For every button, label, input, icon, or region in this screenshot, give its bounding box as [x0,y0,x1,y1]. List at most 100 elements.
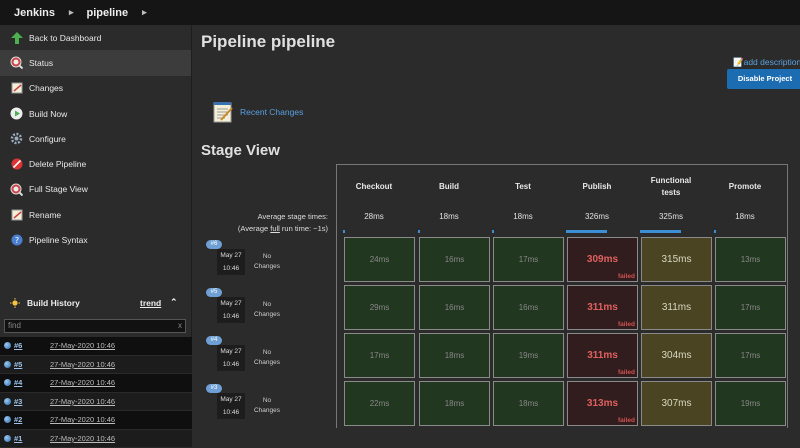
sidebar-item-configure[interactable]: Configure [0,126,191,151]
svg-text:?: ? [14,236,18,245]
stage-cell[interactable]: 311ms [641,285,712,330]
trend-link[interactable]: trend [140,298,161,308]
sidebar-item-label: Rename [29,210,61,220]
average-stage-times-label: Average stage times: (Average full run t… [223,211,328,235]
sidebar-item-full-stage-view[interactable]: Full Stage View [0,177,191,202]
stage-cell[interactable]: 304ms [641,333,712,378]
build-number-badge[interactable]: #6 [206,240,222,249]
build-date-box: May 2710:46 [217,249,245,275]
build-search-input[interactable]: find x [4,319,186,333]
page-title: Pipeline pipeline [201,32,335,52]
collapse-icon[interactable]: ⌃ [170,297,178,308]
stage-view-title: Stage View [201,142,280,159]
stage-cell[interactable]: 19ms [715,381,786,426]
build-status-icon [4,361,11,368]
stage-cell[interactable]: 19ms [493,333,564,378]
stage-cell[interactable]: 17ms [493,237,564,282]
stage-header: Promote [708,165,782,208]
stage-duration: 24ms [370,255,390,264]
disable-project-button[interactable]: Disable Project [727,69,800,89]
build-number-link[interactable]: #2 [14,415,44,424]
breadcrumb-separator[interactable]: ▸ [69,7,74,18]
stage-average-value: 18ms [513,212,533,221]
stage-header: Build [412,165,486,208]
stage-duration: 311ms [662,302,691,313]
sidebar-item-label: Status [29,58,53,68]
stage-cell[interactable]: 16ms [493,285,564,330]
stage-duration: 18ms [519,399,539,408]
stage-cell[interactable]: 29ms [344,285,415,330]
stage-duration: 17ms [519,255,539,264]
clear-search-icon[interactable]: x [178,320,182,332]
main-panel: Pipeline pipeline 📝add description Disab… [193,25,800,428]
stage-cell[interactable]: 307ms [641,381,712,426]
stage-cell[interactable]: 18ms [419,381,490,426]
build-date: May 27 [217,393,245,406]
gear-icon [10,132,23,145]
sidebar-item-rename[interactable]: Rename [0,202,191,227]
build-number-link[interactable]: #5 [14,360,44,369]
stage-cell[interactable]: 18ms [419,333,490,378]
sidebar-item-delete-pipeline[interactable]: Delete Pipeline [0,151,191,176]
stage-cell[interactable]: 16ms [419,237,490,282]
stage-cell[interactable]: 313msfailed [567,381,638,426]
stage-cell[interactable]: 17ms [715,285,786,330]
build-changes: No Changes [250,348,284,368]
notepad-icon [211,100,235,124]
sidebar-item-pipeline-syntax[interactable]: ?Pipeline Syntax [0,227,191,252]
build-date-link[interactable]: 27-May-2020 10:46 [50,415,115,424]
sidebar-item-status[interactable]: Status [0,50,191,75]
sidebar-item-label: Delete Pipeline [29,159,86,169]
stage-average-time: 18ms [486,210,560,235]
recent-changes-link[interactable]: Recent Changes [211,100,303,124]
sidebar-item-label: Changes [29,83,63,93]
stage-cell[interactable]: 17ms [715,333,786,378]
avg-full-link[interactable]: full [270,224,280,233]
build-search-placeholder: find [8,321,21,330]
avg-label-suffix: run time: ~1s) [280,224,328,233]
stage-duration: 16ms [445,255,465,264]
build-number-link[interactable]: #4 [14,378,44,387]
build-number-link[interactable]: #3 [14,397,44,406]
sidebar-item-build-now[interactable]: Build Now [0,101,191,126]
build-history-row: #3 27-May-2020 10:46 [0,393,192,412]
add-description-link[interactable]: 📝add description [733,57,800,68]
build-date-box: May 2710:46 [217,393,245,419]
stage-duration: 311ms [587,302,618,313]
stage-cell[interactable]: 18ms [493,381,564,426]
build-date-link[interactable]: 27-May-2020 10:46 [50,397,115,406]
stage-cell[interactable]: 17ms [344,333,415,378]
build-history-row: #5 27-May-2020 10:46 [0,356,192,375]
build-date-box: May 2710:46 [217,297,245,323]
breadcrumb-pipeline[interactable]: pipeline [87,7,129,19]
build-number-badge[interactable]: #5 [206,288,222,297]
build-number-badge[interactable]: #4 [206,336,222,345]
sidebar-item-changes[interactable]: Changes [0,76,191,101]
breadcrumb-separator[interactable]: ▸ [142,7,147,18]
stage-cell[interactable]: 13ms [715,237,786,282]
build-status-icon [4,435,11,442]
stage-cell[interactable]: 16ms [419,285,490,330]
up-arrow-icon [10,31,23,44]
stage-cell[interactable]: 22ms [344,381,415,426]
build-history-title[interactable]: Build History [27,298,80,308]
build-date-link[interactable]: 27-May-2020 10:46 [50,378,115,387]
build-number-badge[interactable]: #3 [206,384,222,393]
build-date-link[interactable]: 27-May-2020 10:46 [50,341,115,350]
build-status-icon [4,342,11,349]
stage-cell[interactable]: 311msfailed [567,333,638,378]
breadcrumb-jenkins[interactable]: Jenkins [14,7,55,19]
stage-cell[interactable]: 24ms [344,237,415,282]
build-number-link[interactable]: #1 [14,434,44,443]
stage-cell[interactable]: 315ms [641,237,712,282]
build-date-link[interactable]: 27-May-2020 10:46 [50,434,115,443]
stage-duration: 16ms [519,303,539,312]
sidebar-item-back-to-dashboard[interactable]: Back to Dashboard [0,25,191,50]
notepad-icon [10,208,23,221]
stage-cell[interactable]: 311msfailed [567,285,638,330]
build-date-link[interactable]: 27-May-2020 10:46 [50,360,115,369]
build-number-link[interactable]: #6 [14,341,44,350]
stage-average-bar [714,230,716,233]
build-run-info: #5May 2710:46No Changes [201,288,281,333]
stage-cell[interactable]: 309msfailed [567,237,638,282]
